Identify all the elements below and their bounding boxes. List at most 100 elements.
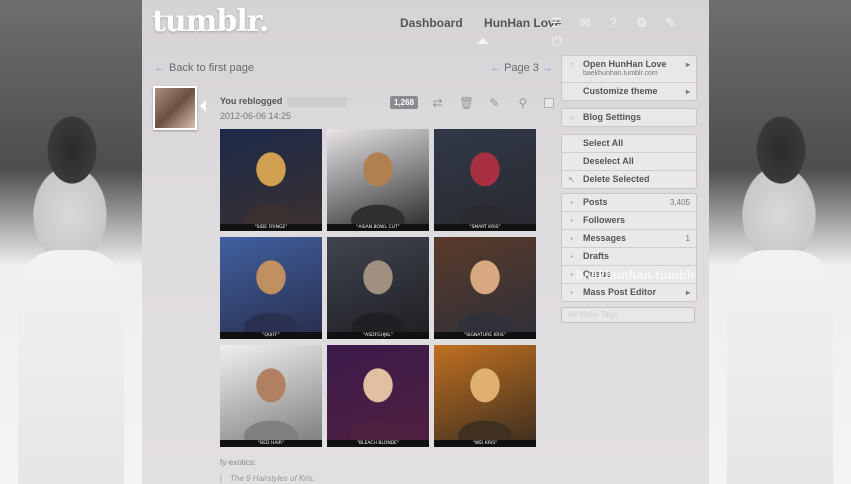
photo-tile[interactable]: "SIGNATURE KRIS": [434, 237, 536, 339]
post-source[interactable]: fy-exotics:: [220, 458, 256, 467]
edit-icon[interactable]: ✎: [487, 96, 501, 110]
photo-image: [434, 129, 536, 225]
open-blog-label: Open HunHan Love: [583, 59, 667, 69]
stats-group: ▪ Posts 3,405 ▪ Followers ▪ Messages 1 ▪ Drafts ▪ Q…: [561, 193, 697, 302]
post-date: 2012-06-06 14:25: [220, 110, 292, 121]
power-icon[interactable]: ⏻: [550, 34, 563, 47]
customize-theme-label: Customize theme: [583, 86, 658, 96]
stats-icon: ▪: [570, 288, 573, 297]
photo-tile[interactable]: "SIDE FRINGE": [220, 129, 322, 231]
stats-icon: ▪: [570, 198, 573, 207]
blog-menu-group: ○ Open HunHan Love baekhunhan.tumblr.com…: [561, 55, 697, 101]
stats-item[interactable]: ▪ Drafts: [562, 247, 696, 265]
open-blog-item[interactable]: ○ Open HunHan Love baekhunhan.tumblr.com…: [562, 56, 696, 82]
post-controls: 1,268 ⇄ 🗑 ✎ ⚲: [390, 94, 555, 112]
photo-caption: "WEI KRIS": [434, 440, 536, 447]
settings-icon: ○: [569, 113, 574, 122]
gear-icon[interactable]: ⚙: [635, 16, 648, 29]
mail-icon[interactable]: ✉: [578, 16, 591, 29]
arrow-left-icon: ←: [154, 62, 165, 74]
photo-tile[interactable]: "BLEACH BLONDE": [327, 345, 429, 447]
list-icon[interactable]: ☰: [550, 16, 563, 29]
blog-settings-item[interactable]: ○ Blog Settings: [562, 109, 696, 126]
nav-dashboard[interactable]: Dashboard: [400, 16, 463, 30]
photo-tile[interactable]: "WEI KRIS": [434, 345, 536, 447]
reblog-icon[interactable]: ⇄: [430, 96, 444, 110]
stats-icon: ▪: [570, 234, 573, 243]
photo-tile[interactable]: "ASDFGHJKL": [327, 237, 429, 339]
blog-settings-label: Blog Settings: [583, 112, 641, 122]
cursor-icon: ↖: [568, 175, 575, 184]
deselect-all-item[interactable]: Deselect All: [562, 152, 696, 170]
photo-caption: "SMART KRIS": [434, 224, 536, 231]
stats-label: Messages: [583, 233, 627, 243]
post-quote: The 9 Hairstyles of Kris.: [220, 474, 315, 483]
photo-caption: "SIGNATURE KRIS": [434, 332, 536, 339]
background-photo-left: [0, 0, 142, 484]
delete-selected-item[interactable]: ↖ Delete Selected: [562, 170, 696, 188]
photo-tile[interactable]: "SMART KRIS": [434, 129, 536, 231]
stats-count: 3,405: [669, 198, 690, 207]
dashboard-panel: tumblr. Dashboard HunHan Love ☰ ✉ ? ⚙ ✎ …: [142, 0, 709, 484]
next-page-arrow-icon[interactable]: →: [542, 62, 553, 74]
delete-selected-label: Delete Selected: [583, 174, 650, 184]
page-navigation: ← Page 3 →: [490, 62, 553, 74]
stats-count: 1: [685, 234, 690, 243]
photo-caption: "ASIAN BOWL CUT": [327, 224, 429, 231]
stats-icon: ▪: [570, 270, 573, 279]
photo-tile[interactable]: "ASIAN BOWL CUT": [327, 129, 429, 231]
select-all-label: Select All: [583, 138, 624, 148]
photo-caption: "ASDFGHJKL": [327, 332, 429, 339]
back-link-label: Back to first page: [169, 62, 254, 74]
photo-caption: "SIDE FRINGE": [220, 224, 322, 231]
deselect-all-label: Deselect All: [583, 156, 634, 166]
customize-theme-item[interactable]: Customize theme ▸: [562, 82, 696, 100]
blog-url: baekhunhan.tumblr.com: [583, 70, 658, 77]
stats-icon: ▪: [570, 216, 573, 225]
chevron-icon: ▸: [685, 87, 690, 96]
post-meta: You reblogged 2012-06-06 14:25: [220, 96, 347, 121]
mass-tags-field[interactable]: All Mass Tags: [561, 307, 695, 323]
photo-tile[interactable]: "BED HAIR": [220, 345, 322, 447]
photo-image: [327, 237, 429, 333]
chevron-icon: ▸: [685, 60, 690, 69]
select-group: Select All Deselect All ↖ Delete Selecte…: [561, 134, 697, 189]
prev-page-arrow-icon[interactable]: ←: [490, 62, 501, 74]
photo-image: [434, 345, 536, 441]
photo-caption: "BLEACH BLONDE": [327, 440, 429, 447]
stats-item[interactable]: ▪ Messages 1: [562, 229, 696, 247]
avatar-pointer: [200, 100, 206, 112]
background-photo-right: [709, 0, 851, 484]
select-all-item[interactable]: Select All: [562, 135, 696, 152]
select-post-checkbox[interactable]: [544, 97, 555, 108]
stats-label: Posts: [583, 197, 608, 207]
trash-icon[interactable]: 🗑: [459, 96, 474, 110]
blurred-blog-name: [286, 96, 347, 107]
chevron-icon: ▸: [685, 288, 690, 297]
photo-caption: "QUIFF": [220, 332, 322, 339]
notes-count[interactable]: 1,268: [390, 96, 419, 110]
photo-image: [327, 345, 429, 441]
photo-tile[interactable]: "QUIFF": [220, 237, 322, 339]
photo-image: [434, 237, 536, 333]
page-label: Page 3: [504, 62, 539, 74]
stats-item[interactable]: ▪ Mass Post Editor ▸: [562, 283, 696, 301]
settings-group: ○ Blog Settings: [561, 108, 697, 127]
stats-item[interactable]: ▪ Posts 3,405: [562, 194, 696, 211]
stats-item[interactable]: ▪ Followers: [562, 211, 696, 229]
stats-label: Drafts: [583, 251, 610, 261]
help-icon[interactable]: ?: [607, 16, 620, 29]
stats-label: Followers: [583, 215, 626, 225]
background-figure-left: [18, 250, 124, 484]
post-action: You reblogged: [220, 96, 283, 106]
search-icon[interactable]: ⚲: [516, 96, 530, 110]
avatar[interactable]: [153, 86, 197, 130]
photo-image: [327, 129, 429, 225]
stats-label: Mass Post Editor: [583, 287, 657, 297]
photo-image: [220, 345, 322, 441]
pen-icon[interactable]: ✎: [664, 16, 677, 29]
tumblr-logo[interactable]: tumblr.: [152, 4, 269, 39]
watermark: baekhunhan.tumblr: [576, 268, 696, 282]
top-icons: ☰ ✉ ? ⚙ ✎ ⏻: [550, 14, 709, 50]
back-to-first-page-link[interactable]: ← Back to first page: [154, 62, 254, 74]
